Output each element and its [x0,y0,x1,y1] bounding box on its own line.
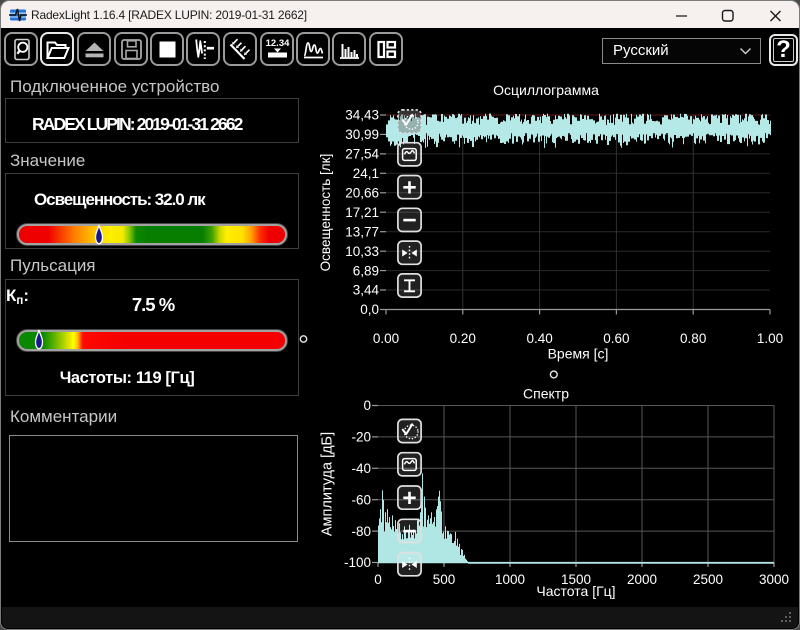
svg-text:0: 0 [363,398,371,413]
svg-text:-80: -80 [351,524,371,539]
svg-text:1000: 1000 [495,572,525,587]
svg-text:27,54: 27,54 [345,147,379,162]
svg-text:Осциллограмма: Осциллограмма [493,82,599,98]
svg-text:3000: 3000 [759,572,789,587]
svg-text:17,21: 17,21 [345,205,379,220]
svg-text:-60: -60 [351,492,371,507]
svg-text:0.80: 0.80 [680,331,706,346]
svg-text:2500: 2500 [693,572,723,587]
svg-text:-100: -100 [344,555,371,570]
svg-text:13,77: 13,77 [345,224,379,239]
svg-text:6,89: 6,89 [353,263,379,278]
svg-text:Амплитуда [дБ]: Амплитуда [дБ] [320,432,336,536]
svg-text:500: 500 [433,572,456,587]
svg-text:-20: -20 [351,430,371,445]
svg-text:0.20: 0.20 [450,331,476,346]
svg-text:-40: -40 [351,461,371,476]
svg-text:Спектр: Спектр [523,386,569,402]
svg-text:0.40: 0.40 [526,331,552,346]
svg-text:1.00: 1.00 [757,331,783,346]
svg-text:Освещенность [лк]: Освещенность [лк] [318,154,333,272]
svg-text:Частота [Гц]: Частота [Гц] [536,583,615,599]
svg-text:30,99: 30,99 [345,127,379,142]
svg-text:0.00: 0.00 [373,331,399,346]
svg-text:0: 0 [374,572,382,587]
svg-text:3,44: 3,44 [353,283,380,298]
svg-text:0.60: 0.60 [603,331,629,346]
svg-text:24,1: 24,1 [353,166,379,181]
svg-text:34,43: 34,43 [345,108,379,123]
svg-text:20,66: 20,66 [345,186,379,201]
svg-text:0,0: 0,0 [360,302,379,317]
svg-text:2000: 2000 [627,572,657,587]
svg-text:10,33: 10,33 [345,244,379,259]
svg-text:Время [с]: Время [с] [548,346,609,362]
